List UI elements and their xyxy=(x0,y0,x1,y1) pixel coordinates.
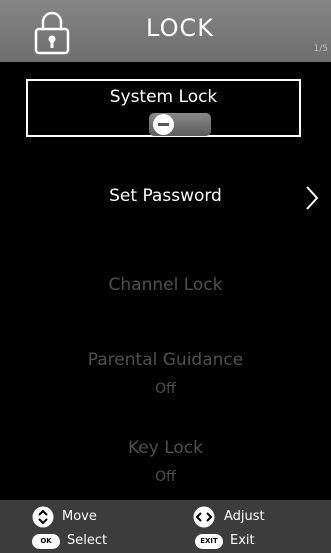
hint-select-label: Select xyxy=(67,533,108,548)
left-right-arrows-icon xyxy=(193,506,215,528)
system-lock-label: System Lock xyxy=(109,87,218,107)
key-lock-value: Off xyxy=(155,469,176,485)
system-lock-item[interactable]: System Lock xyxy=(26,79,301,137)
parental-guidance-item[interactable]: Parental Guidance xyxy=(0,350,331,370)
hint-move-label: Move xyxy=(62,509,97,524)
lock-menu-screen: LOCK 1/5 System Lock Set Password Channe… xyxy=(0,0,331,553)
ok-key-icon: OK xyxy=(32,534,60,549)
toggle-knob xyxy=(153,114,174,135)
key-lock-item[interactable]: Key Lock xyxy=(0,438,331,458)
page-title: LOCK xyxy=(146,14,214,42)
system-lock-toggle[interactable] xyxy=(149,113,211,136)
hint-adjust-label: Adjust xyxy=(224,509,265,524)
minus-icon xyxy=(158,123,169,126)
button-hints-bar: Move Adjust OK Select EXIT Exit xyxy=(0,500,331,553)
page-indicator: 1/5 xyxy=(313,44,328,54)
parental-guidance-value: Off xyxy=(155,381,176,397)
hint-exit-label: Exit xyxy=(230,533,255,548)
set-password-item[interactable]: Set Password xyxy=(0,186,331,206)
up-down-arrows-icon xyxy=(32,506,54,528)
menu-header: LOCK 1/5 xyxy=(0,0,331,62)
chevron-right-icon[interactable] xyxy=(304,184,320,212)
channel-lock-item[interactable]: Channel Lock xyxy=(0,275,331,295)
exit-key-icon: EXIT xyxy=(195,534,223,549)
